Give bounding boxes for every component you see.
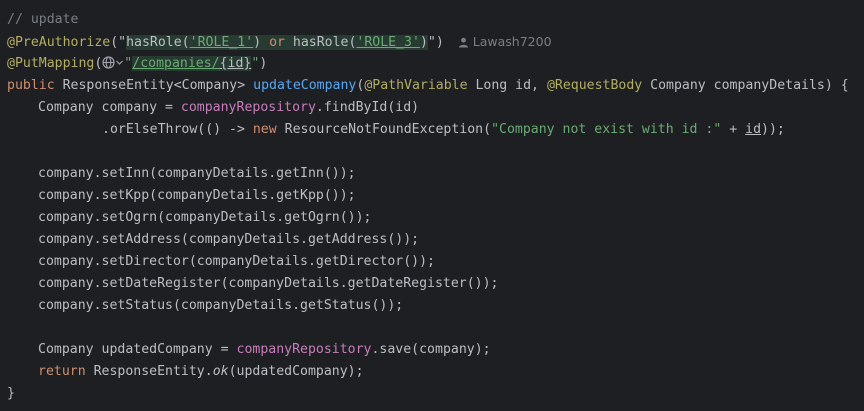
setter-line: company.setStatus(companyDetails.getStat… (38, 298, 404, 313)
ok-method[interactable]: ok (213, 364, 229, 379)
role-1-string[interactable]: 'ROLE_1' (190, 35, 254, 50)
setter-line: company.setOgrn(companyDetails.getOgrn()… (38, 210, 372, 225)
save-company-line: Company updatedCompany = companyReposito… (7, 339, 491, 361)
role-3-string[interactable]: 'ROLE_3' (356, 35, 420, 50)
comment-line: // update (7, 9, 78, 31)
putmapping-close: ) (259, 56, 268, 71)
param-company-details: Company companyDetails) { (642, 78, 849, 93)
preauthorize-line: @PreAuthorize("hasRole('ROLE_1') or hasR… (7, 31, 552, 53)
path-segment[interactable]: /companies/ (132, 56, 220, 71)
setter-line: company.setInn(companyDetails.getInn()); (38, 166, 356, 181)
repository-field[interactable]: companyRepository (181, 100, 316, 115)
hasrole-call-2: hasRole( (292, 35, 357, 50)
preauthorize-close: ") (427, 35, 444, 50)
chevron-down-icon[interactable] (115, 56, 124, 69)
exception-class: ResourceNotFoundException( (276, 122, 492, 137)
putmapping-line: @PutMapping("/companies/{id}") (7, 53, 267, 75)
return-type: ResponseEntity<Company> (54, 78, 254, 93)
setter-line: company.setDateRegister(companyDetails.g… (38, 276, 499, 291)
return-line: return ResponseEntity.ok(updatedCompany)… (7, 361, 364, 383)
globe-icon[interactable] (102, 56, 115, 69)
method-name[interactable]: updateCompany (253, 78, 356, 93)
hasrole-close-2: ) (419, 35, 428, 50)
preauthorize-open: (" (110, 35, 127, 50)
find-company-line: Company company = companyRepository.find… (7, 97, 419, 119)
code-editor[interactable]: // update @PreAuthorize("hasRole('ROLE_1… (0, 0, 864, 411)
or-else-throw-pre: .orElseThrow(() -> (102, 122, 253, 137)
return-post: (updatedCompany); (228, 364, 364, 379)
save-company-post: .save(company); (371, 342, 491, 357)
find-company-post: .findById(id) (315, 100, 420, 115)
setter-line: company.setKpp(companyDetails.getKpp()); (38, 188, 356, 203)
requestbody-annotation: @RequestBody (546, 78, 643, 93)
param-id: Long id, (467, 78, 547, 93)
return-pre: ResponseEntity. (85, 364, 213, 379)
closing-brace: } (7, 386, 15, 401)
new-keyword: new (252, 122, 277, 137)
pathvariable-annotation: @PathVariable (364, 78, 468, 93)
closing-brace-line: } (7, 383, 15, 405)
setter-line: company.setDirector(companyDetails.getDi… (38, 254, 435, 269)
public-keyword: public (7, 78, 55, 93)
find-company-pre: Company company = (38, 100, 181, 115)
author-hint[interactable]: Lawash7200 (458, 34, 552, 49)
putmapping-annotation: @PutMapping (7, 56, 95, 71)
repository-field[interactable]: companyRepository (237, 342, 372, 357)
return-keyword: return (38, 364, 86, 379)
hasrole-call-1: hasRole( (126, 35, 190, 50)
exception-message: "Company not exist with id :" (491, 122, 722, 137)
method-signature-line: public ResponseEntity<Company> updateCom… (7, 75, 849, 97)
save-company-pre: Company updatedCompany = (38, 342, 237, 357)
or-keyword: or (261, 35, 293, 50)
person-icon (458, 37, 468, 48)
plus-operator: + (721, 122, 746, 137)
or-else-throw-end: )); (761, 122, 785, 137)
hasrole-close-1: ) (253, 35, 262, 50)
setter-line: company.setAddress(companyDetails.getAdd… (38, 232, 420, 247)
putmapping-open: ( (94, 56, 103, 71)
preauthorize-expression: hasRole('ROLE_1') or hasRole('ROLE_3') (126, 35, 428, 50)
path-variable[interactable]: {id} (219, 56, 252, 71)
preauthorize-annotation: @PreAuthorize (7, 35, 111, 50)
or-else-throw-line: .orElseThrow(() -> new ResourceNotFoundE… (7, 119, 785, 141)
comment-text: // update (7, 12, 79, 27)
author-name: Lawash7200 (472, 34, 552, 49)
id-reference[interactable]: id (745, 122, 761, 137)
